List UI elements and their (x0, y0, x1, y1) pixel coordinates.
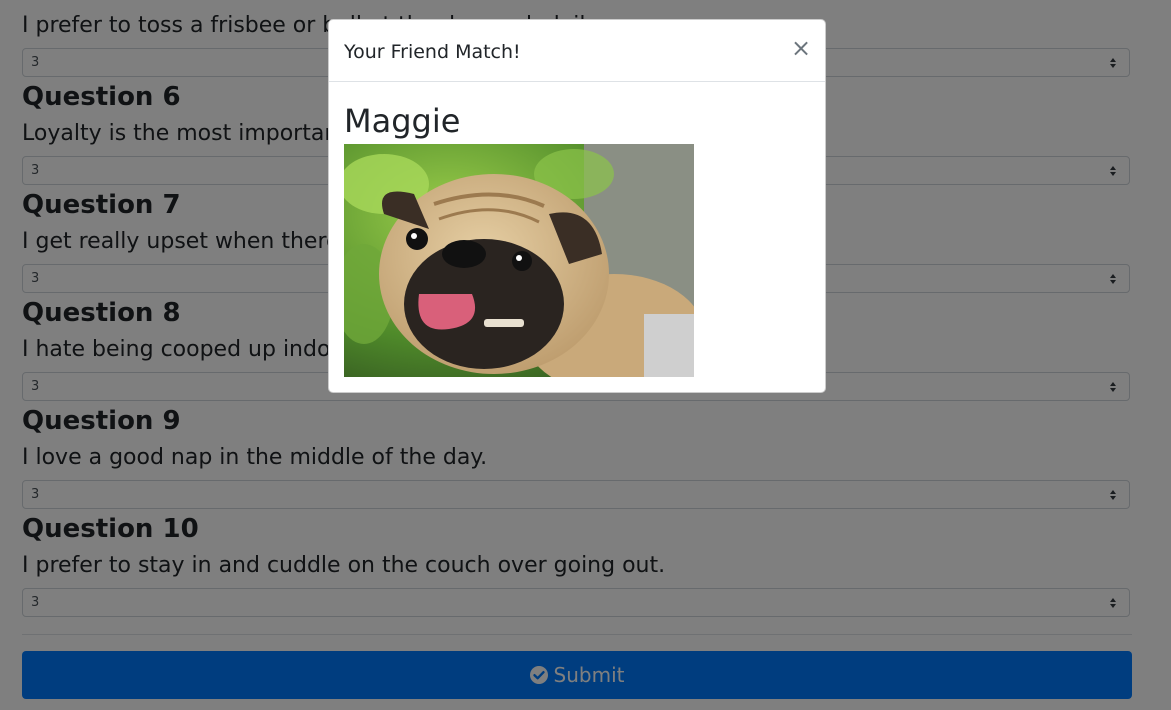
modal-header: Your Friend Match! × (329, 20, 825, 82)
pug-photo (344, 144, 694, 377)
friend-name: Maggie (344, 102, 461, 140)
close-button[interactable]: × (791, 36, 811, 60)
close-icon: × (791, 34, 812, 62)
friend-match-modal: Your Friend Match! × Maggie (328, 19, 826, 393)
modal-title: Your Friend Match! (344, 41, 521, 63)
